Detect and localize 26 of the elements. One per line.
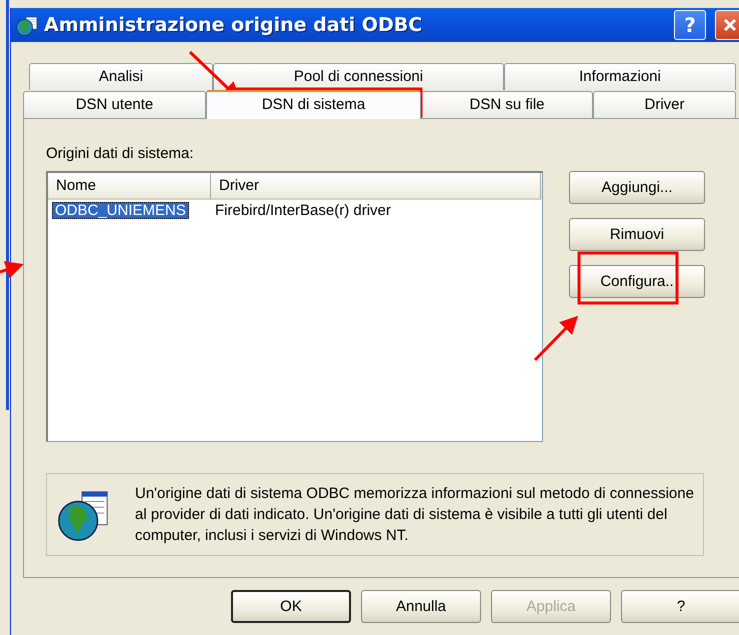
column-header[interactable]: Nome [48, 173, 211, 200]
list-cell-text: Firebird/InterBase(r) driver [214, 202, 391, 218]
configure-button[interactable]: Configura.. [569, 265, 705, 298]
tab[interactable]: Driver [593, 91, 736, 118]
list-item[interactable]: ODBC_UNIEMENS [52, 202, 189, 218]
tab[interactable]: DSN utente [23, 91, 206, 118]
tab[interactable]: DSN di sistema [206, 90, 421, 119]
close-button[interactable] [715, 10, 739, 40]
help-button[interactable]: ? [621, 590, 739, 623]
column-header[interactable]: Driver [211, 173, 541, 200]
ok-button[interactable]: OK [231, 590, 351, 623]
tab[interactable]: Informazioni [504, 63, 736, 90]
window-title: Amministrazione origine dati ODBC [44, 14, 424, 36]
globe-icon [15, 13, 39, 37]
info-text: Un'origine dati di sistema ODBC memorizza informazioni sul metodo di connessione al provider di dati indicato. Un'origine dati di sistema è visibile a tutti gli utenti del computer, inclusi i servizi di Windows NT. [135, 484, 695, 546]
section-label: Origini dati di sistema: [46, 145, 195, 164]
help-button[interactable]: ? [674, 10, 706, 40]
annotation-arrow [0, 261, 24, 278]
close-icon [722, 17, 738, 33]
tab[interactable]: Analisi [29, 63, 213, 90]
add-button[interactable]: Aggiungi... [569, 171, 705, 204]
remove-button[interactable]: Rimuovi [569, 218, 705, 251]
cancel-button[interactable]: Annulla [361, 590, 481, 623]
tab[interactable]: DSN su file [421, 91, 593, 118]
tab[interactable]: Pool di connessioni [213, 63, 504, 90]
annotation-arrow [534, 316, 578, 362]
